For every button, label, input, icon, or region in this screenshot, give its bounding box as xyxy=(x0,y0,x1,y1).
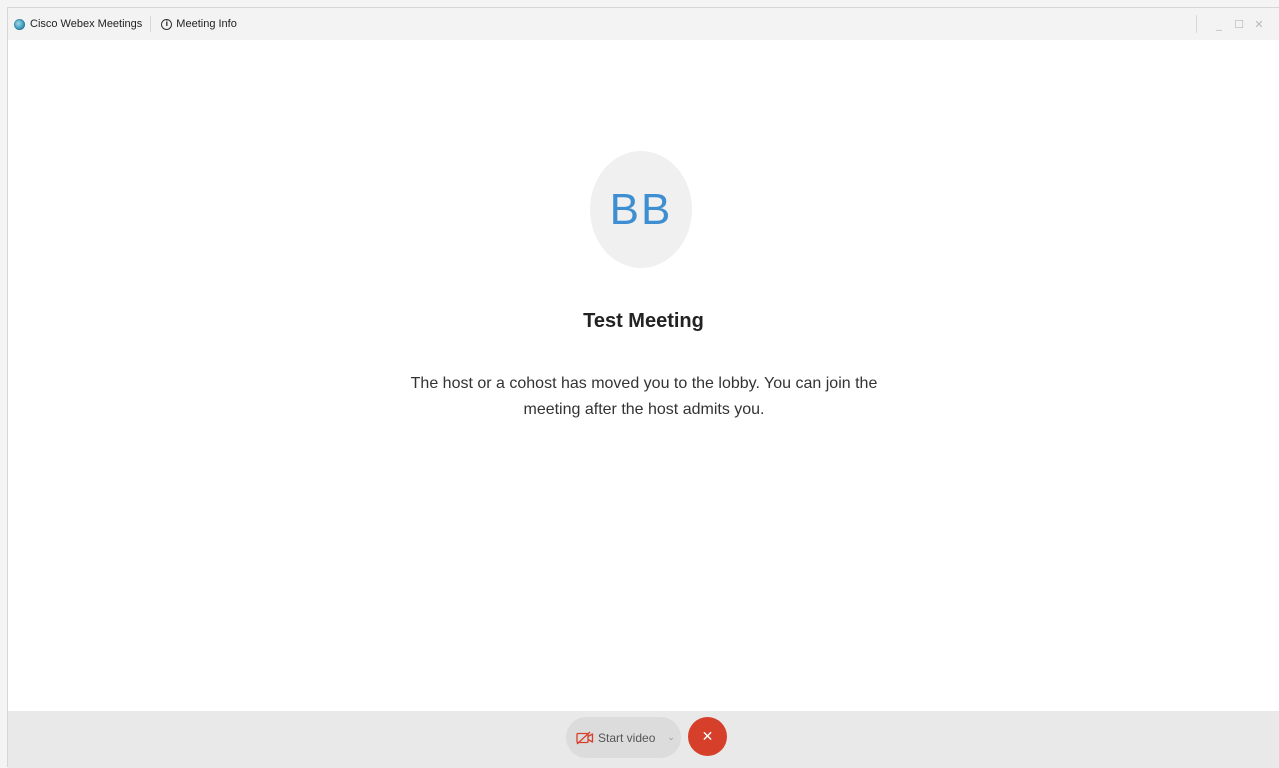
start-video-label: Start video xyxy=(598,730,656,745)
video-off-icon xyxy=(576,731,594,744)
close-icon: ✕ xyxy=(701,728,714,745)
meeting-control-bar: Start video ⌄ ✕ xyxy=(8,711,1279,768)
window-controls-divider xyxy=(1196,15,1197,33)
webex-logo-icon xyxy=(14,18,25,30)
maximize-button[interactable]: ☐ xyxy=(1229,14,1249,34)
lobby-message: The host or a cohost has moved you to th… xyxy=(410,375,878,418)
avatar: BB xyxy=(590,151,692,268)
leave-meeting-button[interactable]: ✕ xyxy=(688,717,727,756)
chevron-down-icon[interactable]: ⌄ xyxy=(667,733,675,743)
window-controls: _ ☐ ✕ xyxy=(1196,8,1279,40)
meeting-title: Test Meeting xyxy=(583,310,704,332)
info-icon: i xyxy=(161,18,173,30)
lobby-content: BB Test Meeting The host or a cohost has… xyxy=(8,40,1279,711)
close-window-button[interactable]: ✕ xyxy=(1249,14,1269,34)
start-video-button[interactable]: Start video ⌄ xyxy=(566,717,681,758)
minimize-button[interactable]: _ xyxy=(1209,14,1229,34)
webex-window: Cisco Webex Meetings i Meeting Info _ ☐ … xyxy=(7,7,1279,768)
meeting-info-button[interactable]: i Meeting Info xyxy=(151,18,237,30)
app-title-label: Cisco Webex Meetings xyxy=(30,18,143,30)
app-title: Cisco Webex Meetings xyxy=(8,16,152,32)
meeting-info-label: Meeting Info xyxy=(176,18,237,30)
title-bar: Cisco Webex Meetings i Meeting Info _ ☐ … xyxy=(8,8,1279,40)
avatar-initials: BB xyxy=(609,184,673,234)
